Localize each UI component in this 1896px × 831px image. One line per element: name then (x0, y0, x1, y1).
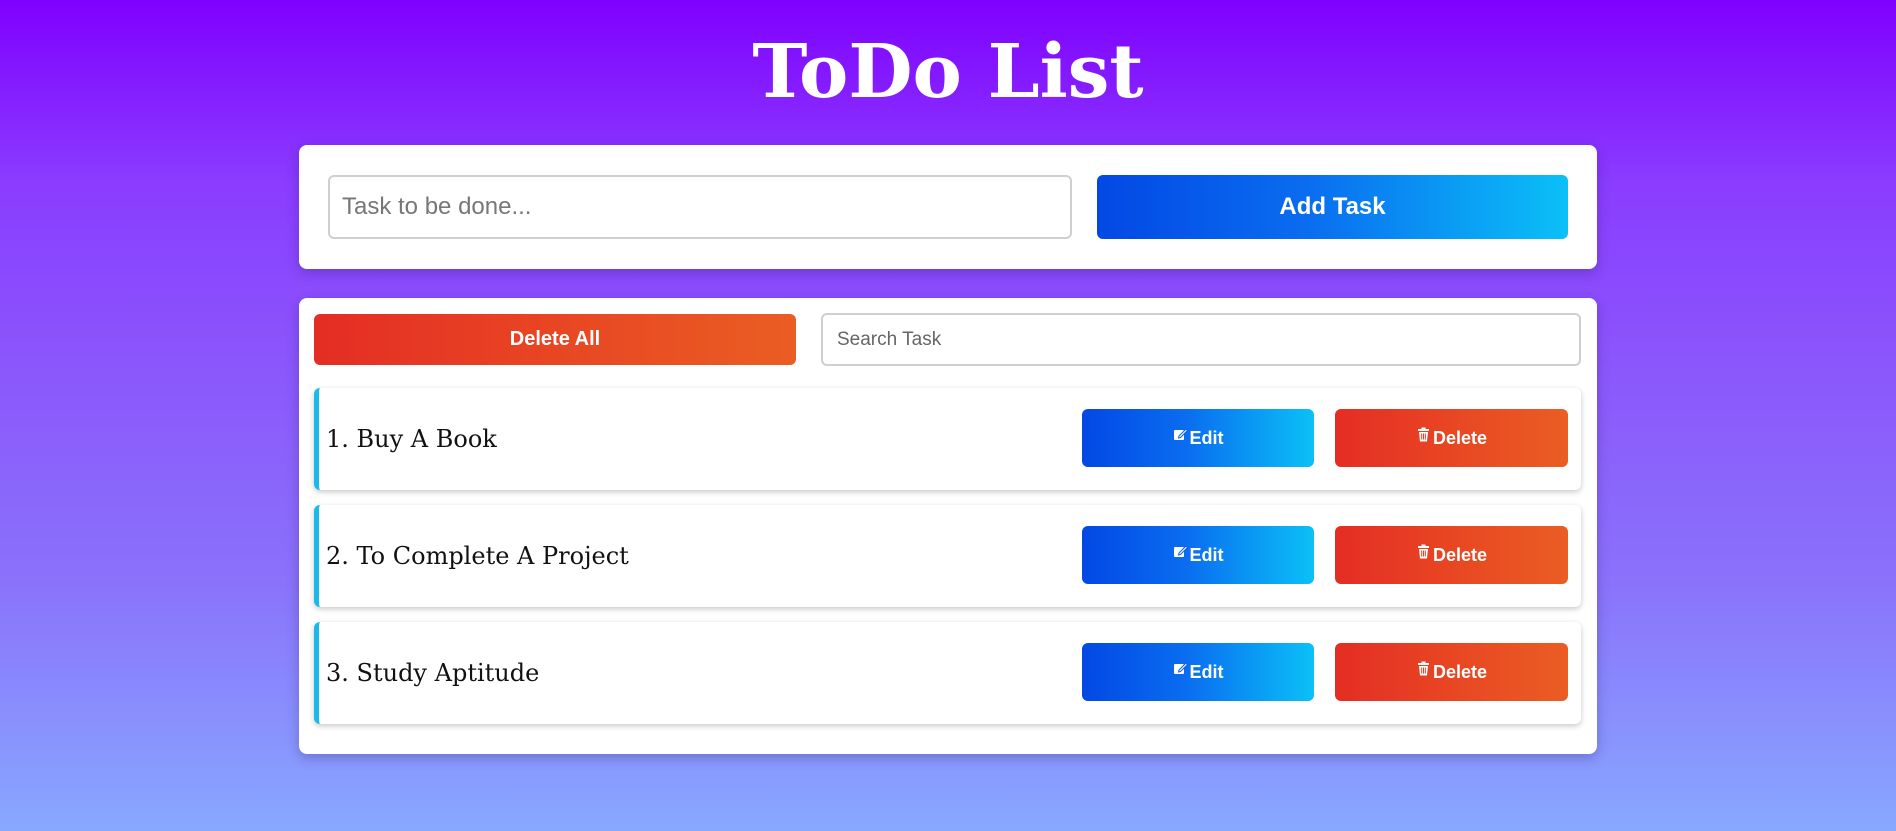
edit-task-button[interactable]: Edit (1082, 643, 1314, 701)
edit-task-button[interactable]: Edit (1082, 409, 1314, 467)
task-list-panel: Delete All 1. Buy A Book Edit Delete 2. … (299, 298, 1597, 754)
delete-task-button[interactable]: Delete (1335, 526, 1568, 584)
edit-button-label: Edit (1189, 544, 1224, 565)
delete-task-button[interactable]: Delete (1335, 409, 1568, 467)
add-task-button-label: Add Task (1279, 193, 1386, 220)
delete-all-button-label: Delete All (509, 328, 601, 350)
task-item: 1. Buy A Book Edit Delete (314, 388, 1581, 490)
edit-button-label: Edit (1189, 427, 1224, 448)
delete-button-label: Delete (1432, 544, 1488, 565)
task-text: 3. Study Aptitude (326, 659, 540, 687)
add-task-panel: Add Task (299, 145, 1597, 269)
delete-task-button[interactable]: Delete (1335, 643, 1568, 701)
edit-button-label: Edit (1189, 661, 1224, 682)
trash-icon (1416, 661, 1431, 676)
delete-all-button[interactable]: Delete All (314, 314, 796, 365)
trash-icon (1416, 427, 1431, 442)
task-item: 3. Study Aptitude Edit Delete (314, 622, 1581, 724)
trash-icon (1416, 544, 1431, 559)
add-task-button[interactable]: Add Task (1097, 175, 1568, 239)
task-input[interactable] (328, 175, 1072, 239)
edit-icon (1173, 544, 1188, 559)
delete-button-label: Delete (1432, 427, 1488, 448)
search-input[interactable] (821, 313, 1581, 366)
task-text: 1. Buy A Book (326, 425, 497, 453)
edit-icon (1173, 661, 1188, 676)
task-item: 2. To Complete A Project Edit Delete (314, 505, 1581, 607)
edit-task-button[interactable]: Edit (1082, 526, 1314, 584)
delete-button-label: Delete (1432, 661, 1488, 682)
task-text: 2. To Complete A Project (326, 542, 629, 570)
page-title: ToDo List (752, 29, 1144, 115)
edit-icon (1173, 427, 1188, 442)
